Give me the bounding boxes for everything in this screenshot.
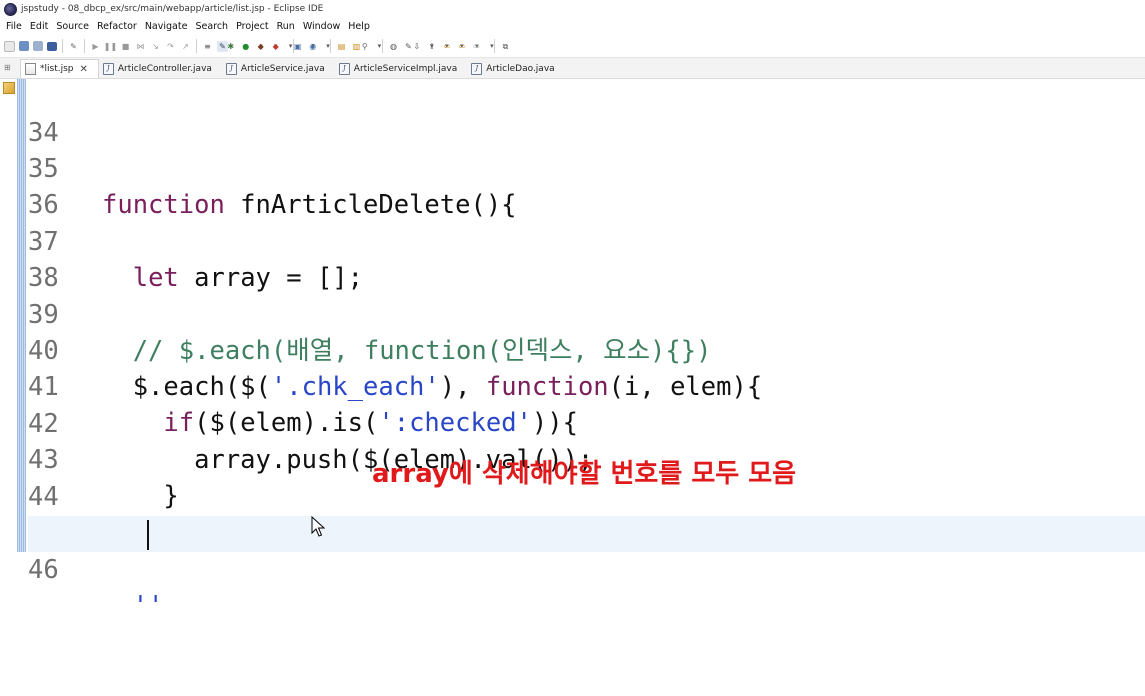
mouse-cursor-icon xyxy=(311,516,325,537)
current-code-line: 46 '' xyxy=(28,516,1145,621)
terminate-icon[interactable]: ■ xyxy=(120,41,131,52)
tab-label: ArticleServiceImpl.java xyxy=(353,64,458,74)
code-line: 41 if($(elem).is(':checked')){ xyxy=(28,333,1145,438)
java-file-icon: J xyxy=(338,63,350,75)
new-icon[interactable] xyxy=(4,40,15,52)
tab-label: ArticleService.java xyxy=(240,64,325,74)
code-line: 38 xyxy=(28,224,1145,293)
main-toolbar: ✎ ▶ ❚❚ ■ ⋈ ↘ ↷ ↗ ≡ ✎ ✱ ● ◆ ◆ ▣ ◉ ▤ ▥ ⚲ ◍… xyxy=(0,35,1145,58)
eclipse-app-icon xyxy=(4,2,17,16)
menu-source[interactable]: Source xyxy=(56,21,89,32)
next-annotation-icon[interactable]: ⇩ xyxy=(413,41,429,52)
editor-tab-bar: ⊞ *list.jsp ✕ J ArticleController.java J… xyxy=(0,58,1145,79)
menu-edit[interactable]: Edit xyxy=(30,21,48,32)
vertical-ruler xyxy=(0,79,16,552)
tab-article-controller[interactable]: J ArticleController.java xyxy=(99,60,222,78)
print-icon[interactable] xyxy=(47,41,57,51)
java-file-icon: J xyxy=(471,63,483,75)
toolbar-separator xyxy=(62,39,63,53)
last-edit-icon[interactable]: ⇦ xyxy=(443,41,459,52)
line-number: 46 xyxy=(28,555,59,585)
toggle-block-icon[interactable]: ≡ xyxy=(202,41,213,52)
code-line: 42 array.push($(elem).val()); xyxy=(28,370,1145,475)
menu-file[interactable]: File xyxy=(6,21,22,32)
menu-bar: File Edit Source Refactor Navigate Searc… xyxy=(0,18,1145,35)
menu-search[interactable]: Search xyxy=(195,21,228,32)
forward-icon[interactable]: ⇨ xyxy=(473,41,489,52)
suspend-icon[interactable]: ❚❚ xyxy=(104,41,117,52)
toolbar-separator xyxy=(382,39,383,53)
code-editor[interactable]: 34 35 function fnArticleDelete(){ 36 37 … xyxy=(0,79,1145,621)
tab-article-service[interactable]: J ArticleService.java xyxy=(222,60,335,78)
window-title: jspstudy - 08_dbcp_ex/src/main/webapp/ar… xyxy=(21,4,324,14)
title-bar: jspstudy - 08_dbcp_ex/src/main/webapp/ar… xyxy=(0,0,1145,18)
code-line: 34 xyxy=(28,79,1145,148)
skip-breakpoints-icon[interactable]: ✎ xyxy=(68,41,79,52)
code-line: 39 // $.each(배열, function(인덱스, 요소){}) xyxy=(28,261,1145,366)
toolbar-separator xyxy=(494,39,495,53)
code-line: 36 xyxy=(28,151,1145,220)
overlay-annotation: array에 삭제해야할 번호를 모두 모음 xyxy=(372,459,797,489)
code-line: 40 $.each($('.chk_each'), function(i, el… xyxy=(28,297,1145,402)
back-icon[interactable]: ⇦ xyxy=(458,41,474,52)
jsp-file-icon xyxy=(25,63,36,75)
step-into-icon[interactable]: ↘ xyxy=(150,41,161,52)
run-icon[interactable]: ● xyxy=(242,41,258,52)
resume-icon[interactable]: ▶ xyxy=(90,41,101,52)
search-icon[interactable]: ⚲ xyxy=(362,41,377,52)
external-tools-icon[interactable]: ◆ xyxy=(273,41,288,52)
save-icon[interactable] xyxy=(19,41,29,51)
toolbar-separator xyxy=(330,39,331,53)
toolbar-separator xyxy=(84,39,85,53)
pin-editor-icon[interactable]: ⧉ xyxy=(500,41,511,52)
globe-icon[interactable]: ◍ xyxy=(388,41,399,52)
new-class-icon[interactable]: ◉ xyxy=(309,41,325,52)
code-line: 35 function fnArticleDelete(){ xyxy=(28,115,1145,220)
tab-article-dao[interactable]: J ArticleDao.java xyxy=(467,60,564,78)
tab-label: ArticleDao.java xyxy=(486,64,555,74)
menu-navigate[interactable]: Navigate xyxy=(145,21,188,32)
java-file-icon: J xyxy=(102,63,114,75)
open-task-icon[interactable]: ▥ xyxy=(351,41,362,52)
code-line: 37 let array = []; xyxy=(28,188,1145,293)
close-icon[interactable]: ✕ xyxy=(79,64,87,75)
mark-occurrences-icon[interactable]: ✎ xyxy=(217,40,228,52)
step-over-icon[interactable]: ↷ xyxy=(165,41,176,52)
prev-annotation-icon[interactable]: ⇧ xyxy=(428,41,444,52)
folding-ruler xyxy=(17,79,26,552)
step-return-icon[interactable]: ↗ xyxy=(180,41,191,52)
menu-window[interactable]: Window xyxy=(303,21,340,32)
disconnect-icon[interactable]: ⋈ xyxy=(135,41,146,52)
annotation-icon[interactable]: ✎ xyxy=(403,41,414,52)
menu-help[interactable]: Help xyxy=(348,21,370,32)
tab-label: *list.jsp xyxy=(40,64,74,74)
tab-list-jsp[interactable]: *list.jsp ✕ xyxy=(20,59,99,78)
text-caret xyxy=(147,520,149,550)
menu-refactor[interactable]: Refactor xyxy=(97,21,137,32)
tab-label: ArticleController.java xyxy=(117,64,212,74)
menu-project[interactable]: Project xyxy=(236,21,269,32)
bookmark-icon xyxy=(3,82,15,94)
code-line: 43 } xyxy=(28,406,1145,511)
java-file-icon: J xyxy=(225,63,237,75)
save-all-icon[interactable] xyxy=(33,41,43,51)
toolbar-separator xyxy=(196,39,197,53)
menu-run[interactable]: Run xyxy=(277,21,295,32)
tab-list-icon[interactable]: ⊞ xyxy=(4,63,16,75)
open-type-icon[interactable]: ▤ xyxy=(336,41,347,52)
run-server-icon[interactable]: ◆ xyxy=(258,41,273,52)
code-text: '' xyxy=(102,591,164,621)
tab-article-service-impl[interactable]: J ArticleServiceImpl.java xyxy=(335,60,468,78)
